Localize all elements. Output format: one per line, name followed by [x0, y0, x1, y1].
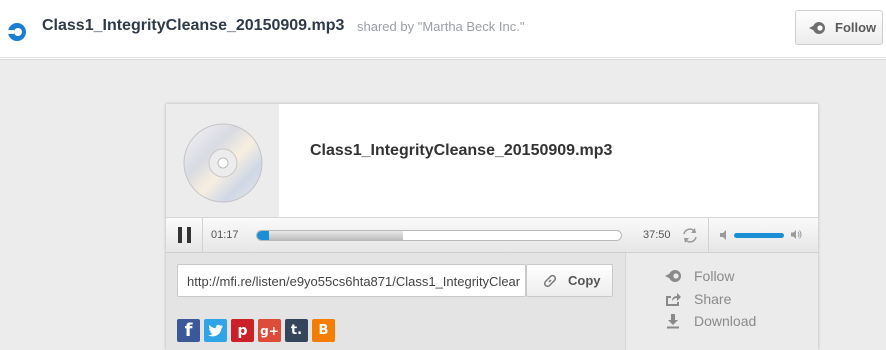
volume-mute-icon[interactable]	[719, 230, 729, 240]
header-follow-button[interactable]: Follow	[795, 10, 883, 45]
pinterest-share-icon[interactable]: p	[231, 319, 254, 342]
follow-label: Follow	[694, 268, 735, 284]
header-follow-label: Follow	[835, 20, 877, 35]
repeat-icon[interactable]	[681, 227, 699, 244]
share-url-text: http://mfi.re/listen/e9yo55cs6hta871/Cla…	[187, 274, 520, 289]
file-actions-panel: Follow Share Download	[625, 253, 818, 350]
track-title: Class1_IntegrityCleanse_20150909.mp3	[310, 142, 613, 159]
pause-bar-right	[187, 227, 191, 243]
twitter-bird-icon	[207, 324, 223, 336]
mediafire-logo-icon	[6, 23, 26, 41]
download-label: Download	[694, 313, 757, 329]
share-icon	[666, 293, 681, 306]
follow-icon	[809, 21, 825, 34]
total-time: 37:50	[643, 229, 671, 241]
album-art	[166, 104, 279, 217]
share-url-field[interactable]: http://mfi.re/listen/e9yo55cs6hta871/Cla…	[177, 264, 526, 297]
shared-by-text: shared by "Martha Beck Inc."	[357, 19, 525, 34]
facebook-share-icon[interactable]: f	[177, 319, 200, 342]
cd-disc-icon	[183, 123, 263, 203]
blogger-share-icon[interactable]: B	[312, 319, 335, 342]
twitter-share-icon[interactable]	[204, 319, 227, 342]
tumblr-share-icon[interactable]: t.	[285, 319, 308, 342]
header-bar: Class1_IntegrityCleanse_20150909.mp3 sha…	[0, 0, 886, 58]
divider	[708, 218, 709, 252]
divider	[202, 218, 203, 252]
download-link[interactable]: Download	[664, 312, 756, 330]
download-icon	[667, 314, 679, 329]
share-panel: http://mfi.re/listen/e9yo55cs6hta871/Cla…	[166, 253, 818, 350]
pause-bar-left	[178, 227, 182, 243]
progress-fill	[257, 231, 270, 240]
volume-max-icon[interactable]	[790, 229, 802, 240]
seek-bar[interactable]	[256, 230, 622, 241]
share-label: Share	[694, 291, 732, 307]
copy-label: Copy	[568, 273, 601, 288]
pause-button[interactable]	[178, 227, 192, 243]
follow-link[interactable]: Follow	[664, 267, 734, 285]
share-link[interactable]: Share	[664, 290, 731, 308]
link-icon	[543, 274, 557, 287]
google-plus-share-icon[interactable]: g+	[258, 319, 281, 342]
player-card: Class1_IntegrityCleanse_20150909.mp3 01:…	[166, 104, 818, 350]
player-controls: 01:17 37:50	[166, 217, 818, 253]
volume-slider[interactable]	[734, 233, 784, 238]
current-time: 01:17	[211, 229, 239, 241]
file-title: Class1_IntegrityCleanse_20150909.mp3	[42, 17, 345, 34]
copy-button[interactable]: Copy	[526, 264, 613, 297]
buffered-fill	[257, 231, 403, 240]
follow-icon	[665, 270, 681, 282]
